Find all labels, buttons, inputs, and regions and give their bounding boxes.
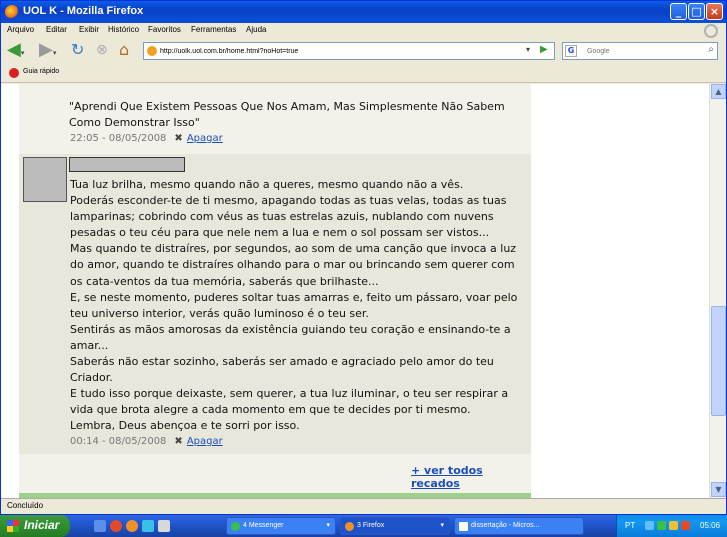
scrap-line: Mas quando te distraíres, por segundos, … [70, 242, 520, 288]
scrap-meta: 00:14 - 08/05/2008 ✖ Apagar [70, 436, 223, 447]
quicklaunch-desktop-icon[interactable] [94, 520, 106, 532]
delete-x-icon: ✖ [174, 133, 183, 144]
task-firefox[interactable]: 3 Firefox ▾ [340, 517, 450, 535]
throbber-icon [704, 24, 718, 38]
task-word[interactable]: dissertação - Micros... [454, 517, 584, 535]
menu-ajuda[interactable]: Ajuda [246, 25, 266, 34]
scroll-up-button[interactable]: ▲ [711, 84, 726, 99]
menu-arquivo[interactable]: Arquivo [7, 25, 34, 34]
tray-antivirus-icon[interactable] [681, 521, 690, 530]
forward-arrow-icon: ▶ [39, 39, 53, 60]
scrapbook-panel: "Aprendi Que Existem Pessoas Que Nos Ama… [19, 84, 531, 498]
navigation-toolbar: ◀▾ ▶▾ ↻ ⊗ ⌂ ▾ ▶ G ⌕ [1, 39, 726, 63]
see-all-scraps-link[interactable]: + ver todos recados [411, 464, 531, 490]
scrap-timestamp: 00:14 - 08/05/2008 [70, 436, 167, 447]
title-bar: UOL K - Mozilla Firefox _ □ × [1, 1, 726, 23]
home-button[interactable]: ⌂ [119, 41, 137, 61]
scrap-line: Saberás não estar sozinho, saberás ser a… [70, 355, 498, 385]
page-content: "Aprendi Que Existem Pessoas Que Nos Ama… [1, 84, 709, 498]
menu-favoritos[interactable]: Favoritos [148, 25, 181, 34]
word-document-icon [459, 522, 468, 531]
delete-x-icon: ✖ [174, 436, 183, 447]
author-name[interactable] [69, 157, 185, 172]
scrap-item: "Aprendi Que Existem Pessoas Que Nos Ama… [19, 84, 531, 152]
search-icon[interactable]: ⌕ [708, 44, 714, 55]
go-button[interactable]: ▶ [540, 44, 548, 55]
system-tray: PT 05:06 [616, 515, 727, 537]
delete-scrap-link[interactable]: Apagar [187, 133, 223, 144]
menu-exibir[interactable]: Exibir [79, 25, 99, 34]
minimize-button[interactable]: _ [670, 3, 687, 20]
bookmark-guia-rapido[interactable]: Guia rápido [23, 68, 59, 75]
right-column [531, 84, 709, 498]
clock: 05:06 [700, 521, 721, 530]
reload-button[interactable]: ↻ [71, 41, 89, 61]
scrap-line: Tua luz brilha, mesmo quando não a quere… [70, 178, 464, 191]
stop-button[interactable]: ⊗ [96, 41, 114, 61]
start-button[interactable]: Iniciar [0, 515, 70, 537]
back-button[interactable]: ◀▾ [7, 41, 31, 61]
scrap-line: Lembra, Deus abençoa e te sorri por isso… [70, 419, 300, 433]
url-history-dropdown-icon[interactable]: ▾ [526, 45, 530, 54]
task-label: 4 Messenger [243, 522, 284, 529]
start-label: Iniciar [24, 518, 60, 532]
scrap-text: "Aprendi Que Existem Pessoas Que Nos Ama… [69, 100, 505, 129]
scrap-item: Tua luz brilha, mesmo quando não a quere… [19, 154, 531, 454]
scrap-message: Tua luz brilha, mesmo quando não a quere… [70, 177, 530, 435]
tray-messenger-icon[interactable] [657, 521, 666, 530]
url-input[interactable] [160, 44, 520, 58]
messenger-icon [231, 522, 240, 531]
status-bar: Concluído [1, 498, 726, 514]
quicklaunch-messenger-icon[interactable] [142, 520, 154, 532]
task-group-chevron-icon: ▾ [440, 522, 444, 529]
tray-network-icon[interactable] [645, 521, 654, 530]
windows-flag-icon [7, 520, 19, 532]
vertical-scrollbar[interactable]: ▲ ▼ [709, 84, 726, 498]
window-title: UOL K - Mozilla Firefox [23, 5, 144, 17]
home-icon: ⌂ [119, 40, 130, 59]
maximize-button[interactable]: □ [688, 3, 705, 20]
back-arrow-icon: ◀ [7, 39, 21, 60]
scroll-thumb[interactable] [711, 306, 726, 416]
search-engine-google-icon[interactable]: G [565, 45, 577, 57]
browser-window: UOL K - Mozilla Firefox _ □ × Arquivo Ed… [0, 0, 727, 515]
forward-button[interactable]: ▶▾ [39, 41, 63, 61]
task-group-chevron-icon: ▾ [326, 522, 330, 529]
bookmarks-toolbar: Guia rápido [1, 63, 726, 83]
quicklaunch-opera-icon[interactable] [110, 520, 122, 532]
menu-ferramentas[interactable]: Ferramentas [191, 25, 236, 34]
bookmark-icon [9, 68, 19, 78]
firefox-icon [5, 5, 19, 19]
quicklaunch-firefox-icon[interactable] [126, 520, 138, 532]
status-text: Concluído [7, 501, 44, 510]
avatar[interactable] [23, 157, 67, 202]
scrap-line: Poderás esconder-te de ti mesmo, apagand… [70, 194, 510, 240]
scrap-meta: 22:05 - 08/05/2008 ✖ Apagar [70, 133, 223, 144]
delete-scrap-link[interactable]: Apagar [187, 436, 223, 447]
close-button[interactable]: × [706, 3, 723, 20]
task-label: dissertação - Micros... [471, 522, 540, 529]
task-label: 3 Firefox [357, 522, 385, 529]
menu-editar[interactable]: Editar [46, 25, 67, 34]
tray-security-icon[interactable] [669, 521, 678, 530]
address-bar: ▾ ▶ [143, 42, 555, 60]
task-messenger[interactable]: 4 Messenger ▾ [226, 517, 336, 535]
search-bar: G ⌕ [562, 42, 718, 60]
scrap-line: E tudo isso porque deixaste, sem querer,… [70, 387, 512, 417]
firefox-task-icon [345, 522, 354, 531]
language-indicator[interactable]: PT [625, 521, 635, 530]
scrap-timestamp: 22:05 - 08/05/2008 [70, 133, 167, 144]
scrap-line: Sentirás as mãos amorosas da existência … [70, 322, 515, 352]
reload-icon: ↻ [71, 40, 85, 59]
scroll-down-button[interactable]: ▼ [711, 482, 726, 497]
menu-historico[interactable]: Histórico [108, 25, 139, 34]
stop-icon: ⊗ [96, 42, 108, 58]
quicklaunch-app-icon[interactable] [158, 520, 170, 532]
scrap-line: E, se neste momento, puderes soltar tuas… [70, 290, 521, 320]
menu-bar: Arquivo Editar Exibir Histórico Favorito… [1, 23, 726, 39]
site-favicon-icon [147, 46, 157, 56]
search-input[interactable] [587, 44, 697, 58]
taskbar: Iniciar 4 Messenger ▾ 3 Firefox ▾ disser… [0, 515, 727, 537]
